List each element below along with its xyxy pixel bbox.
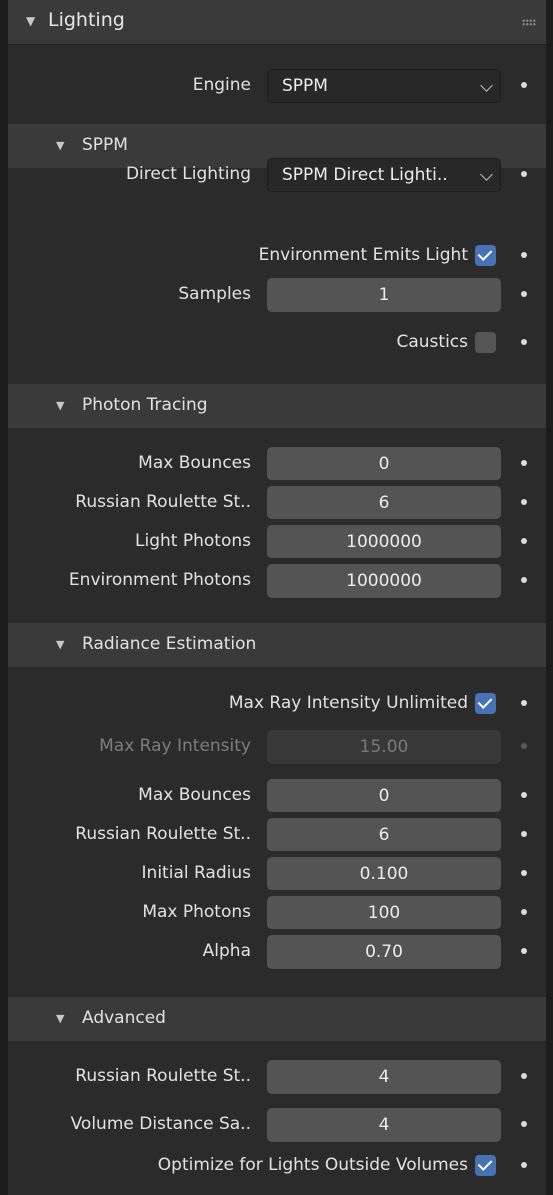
pt-max-bounces-label: Max Bounces — [138, 453, 251, 473]
triangle-down-icon: ▼ — [56, 638, 65, 651]
direct-lighting-value: SPPM Direct Lighti.. — [282, 165, 448, 185]
env-emits-light-label: Environment Emits Light — [258, 245, 468, 265]
lighting-panel-header[interactable]: ▼ Lighting — [8, 0, 546, 45]
pt-russian-roulette-label: Russian Roulette St.. — [75, 492, 251, 512]
max-ray-unlimited-row: Max Ray Intensity Unlimited — [8, 684, 546, 722]
keyframe-dot-icon[interactable] — [521, 252, 527, 258]
caustics-checkbox[interactable] — [475, 332, 496, 353]
keyframe-dot-icon[interactable] — [521, 577, 527, 583]
panel-title: Lighting — [48, 9, 125, 31]
radiance-estimation-subpanel-header[interactable]: ▼ Radiance Estimation — [8, 623, 546, 667]
keyframe-dot-icon[interactable] — [521, 291, 527, 297]
radiance-estimation-title: Radiance Estimation — [82, 634, 257, 654]
keyframe-dot-icon[interactable] — [521, 870, 527, 876]
keyframe-dot-icon[interactable] — [521, 792, 527, 798]
keyframe-dot-icon[interactable] — [521, 339, 527, 345]
samples-label: Samples — [178, 284, 251, 304]
max-ray-unlimited-checkbox[interactable] — [475, 693, 496, 714]
re-russian-roulette-field[interactable]: 6 — [267, 818, 501, 852]
engine-label: Engine — [192, 75, 251, 95]
keyframe-dot-icon[interactable] — [521, 1121, 527, 1127]
caustics-label: Caustics — [396, 332, 468, 352]
pt-russian-roulette-field[interactable]: 6 — [267, 486, 501, 520]
keyframe-dot-icon — [521, 743, 527, 749]
direct-lighting-row: Direct Lighting SPPM Direct Lighti.. — [8, 155, 546, 193]
optimize-lights-checkbox[interactable] — [475, 1155, 496, 1176]
triangle-down-icon: ▼ — [56, 399, 65, 412]
triangle-down-icon: ▼ — [56, 139, 65, 152]
keyframe-dot-icon[interactable] — [521, 538, 527, 544]
triangle-down-icon: ▼ — [56, 1012, 65, 1025]
re-max-bounces-field[interactable]: 0 — [267, 779, 501, 813]
optimize-lights-row: Optimize for Lights Outside Volumes — [8, 1146, 546, 1184]
environment-photons-label: Environment Photons — [68, 570, 251, 590]
light-photons-label: Light Photons — [135, 531, 251, 551]
engine-select[interactable]: SPPM — [267, 69, 501, 103]
re-russian-roulette-row: Russian Roulette St.. 6 — [8, 815, 546, 853]
max-photons-row: Max Photons 100 — [8, 893, 546, 931]
keyframe-dot-icon[interactable] — [521, 700, 527, 706]
light-photons-field[interactable]: 1000000 — [267, 525, 501, 559]
drag-grip-icon[interactable] — [522, 19, 536, 26]
chevron-down-icon — [480, 168, 493, 181]
initial-radius-field[interactable]: 0.100 — [267, 857, 501, 891]
keyframe-dot-icon[interactable] — [521, 1073, 527, 1079]
re-max-bounces-label: Max Bounces — [138, 785, 251, 805]
direct-lighting-select[interactable]: SPPM Direct Lighti.. — [267, 158, 501, 192]
advanced-title: Advanced — [82, 1008, 166, 1028]
adv-russian-roulette-field[interactable]: 4 — [267, 1060, 501, 1094]
max-ray-intensity-label: Max Ray Intensity — [99, 736, 251, 756]
re-max-bounces-row: Max Bounces 0 — [8, 776, 546, 814]
samples-field[interactable]: 1 — [267, 278, 501, 312]
max-ray-intensity-field: 15.00 — [267, 730, 501, 764]
alpha-row: Alpha 0.70 — [8, 932, 546, 970]
engine-row: Engine SPPM — [8, 66, 546, 104]
environment-photons-field[interactable]: 1000000 — [267, 564, 501, 598]
keyframe-dot-icon[interactable] — [521, 909, 527, 915]
max-photons-field[interactable]: 100 — [267, 896, 501, 930]
adv-russian-roulette-label: Russian Roulette St.. — [75, 1066, 251, 1086]
optimize-lights-label: Optimize for Lights Outside Volumes — [157, 1155, 468, 1175]
keyframe-dot-icon[interactable] — [521, 460, 527, 466]
initial-radius-row: Initial Radius 0.100 — [8, 854, 546, 892]
triangle-down-icon: ▼ — [26, 14, 36, 28]
max-photons-label: Max Photons — [142, 902, 251, 922]
photon-tracing-subpanel-header[interactable]: ▼ Photon Tracing — [8, 384, 546, 428]
light-photons-row: Light Photons 1000000 — [8, 522, 546, 560]
env-emits-light-row: Environment Emits Light — [8, 236, 546, 274]
keyframe-dot-icon[interactable] — [521, 948, 527, 954]
volume-distance-field[interactable]: 4 — [267, 1108, 501, 1142]
caustics-row: Caustics — [8, 323, 546, 361]
initial-radius-label: Initial Radius — [141, 863, 251, 883]
alpha-label: Alpha — [202, 941, 251, 961]
pt-max-bounces-field[interactable]: 0 — [267, 447, 501, 481]
photon-tracing-title: Photon Tracing — [82, 395, 208, 415]
volume-distance-row: Volume Distance Sa.. 4 — [8, 1105, 546, 1143]
engine-value: SPPM — [282, 76, 328, 96]
keyframe-dot-icon[interactable] — [521, 1162, 527, 1168]
adv-russian-roulette-row: Russian Roulette St.. 4 — [8, 1057, 546, 1095]
pt-max-bounces-row: Max Bounces 0 — [8, 444, 546, 482]
keyframe-dot-icon[interactable] — [521, 831, 527, 837]
environment-photons-row: Environment Photons 1000000 — [8, 561, 546, 599]
alpha-field[interactable]: 0.70 — [267, 935, 501, 969]
env-emits-light-checkbox[interactable] — [475, 245, 496, 266]
keyframe-dot-icon[interactable] — [521, 82, 527, 88]
direct-lighting-label: Direct Lighting — [125, 164, 251, 184]
volume-distance-label: Volume Distance Sa.. — [70, 1114, 251, 1134]
sppm-title: SPPM — [82, 135, 128, 155]
lighting-panel: ▼ Lighting Engine SPPM ▼ SPPM Direct Lig… — [8, 0, 546, 1195]
pt-russian-roulette-row: Russian Roulette St.. 6 — [8, 483, 546, 521]
keyframe-dot-icon[interactable] — [521, 499, 527, 505]
re-russian-roulette-label: Russian Roulette St.. — [75, 824, 251, 844]
keyframe-dot-icon[interactable] — [521, 171, 527, 177]
advanced-subpanel-header[interactable]: ▼ Advanced — [8, 997, 546, 1041]
samples-row: Samples 1 — [8, 275, 546, 313]
chevron-down-icon — [480, 79, 493, 92]
max-ray-intensity-row: Max Ray Intensity 15.00 — [8, 727, 546, 765]
max-ray-unlimited-label: Max Ray Intensity Unlimited — [228, 693, 468, 713]
